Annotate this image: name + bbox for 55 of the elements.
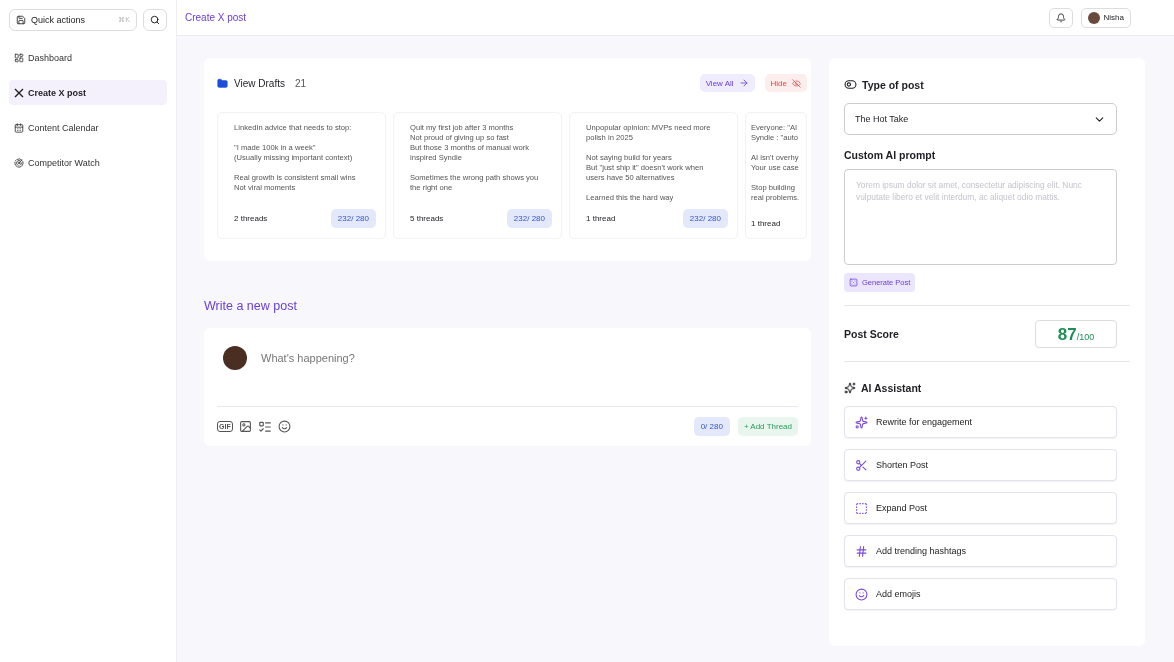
image-icon[interactable] [238, 420, 252, 433]
sparkle-icon [844, 382, 856, 394]
score-label: Post Score [844, 328, 899, 340]
sidebar-item[interactable]: Competitor Watch [9, 150, 167, 175]
dice-icon [849, 278, 858, 287]
avatar [223, 346, 247, 370]
user-button[interactable]: Nisha [1080, 7, 1131, 28]
section-title: AI Assistant [861, 382, 922, 394]
assistant-action-button[interactable]: Add trending hashtags [844, 535, 1117, 567]
radar-icon [14, 157, 24, 168]
notifications-button[interactable] [1048, 7, 1073, 28]
view-all-button[interactable]: View All [699, 74, 755, 92]
thread-count: 1 thread [751, 219, 781, 228]
character-count: 0/ 280 [693, 417, 730, 436]
assistant-action-button[interactable]: Expand Post [844, 492, 1117, 524]
sidebar-item[interactable]: Create X post [9, 80, 167, 105]
sidebar-item[interactable]: Dashboard [9, 45, 167, 70]
dashboard-icon [14, 52, 24, 63]
calendar-icon [14, 122, 24, 133]
section-title: Write a new post [204, 299, 298, 313]
arrow-right-icon [738, 78, 749, 88]
section-title: Custom AI prompt [844, 149, 937, 161]
score-value: 87/100 [1035, 320, 1117, 348]
search-icon [150, 15, 160, 25]
drafts-count: 21 [294, 77, 307, 89]
character-count: 232/ 280 [506, 209, 552, 228]
assistant-action-button[interactable]: Shorten Post [844, 449, 1117, 481]
scissors-icon [855, 458, 868, 472]
avatar [1087, 11, 1100, 24]
sidebar-item[interactable]: Content Calendar [9, 115, 167, 140]
post-type-select[interactable]: The Hot Take [844, 103, 1117, 135]
drafts-title: View Drafts [234, 77, 285, 89]
square-icon [855, 501, 868, 515]
list-icon[interactable] [257, 419, 272, 434]
thread-count: 2 threads [234, 214, 268, 223]
assistant-action-button[interactable]: Rewrite for engagement [844, 406, 1117, 438]
x-logo-icon [14, 87, 24, 98]
character-count: 232/ 280 [330, 209, 376, 228]
smile-icon [855, 587, 868, 601]
bell-icon [1055, 12, 1066, 23]
toggle-icon [844, 78, 857, 91]
search-button[interactable] [143, 9, 167, 31]
save-icon [16, 15, 26, 25]
assistant-action-button[interactable]: Add emojis [844, 578, 1117, 610]
thread-count: 5 threads [410, 214, 444, 223]
character-count: 232/ 280 [682, 209, 728, 228]
section-title: Type of post [862, 78, 924, 91]
eye-off-icon [792, 78, 801, 88]
hide-button[interactable]: Hide [764, 74, 807, 92]
folder-icon [217, 77, 228, 89]
sparkle-icon [855, 415, 868, 429]
hash-icon [855, 544, 868, 558]
thread-count: 1 thread [586, 214, 616, 223]
emoji-icon[interactable] [277, 420, 291, 433]
page-title: Create X post [185, 12, 247, 23]
